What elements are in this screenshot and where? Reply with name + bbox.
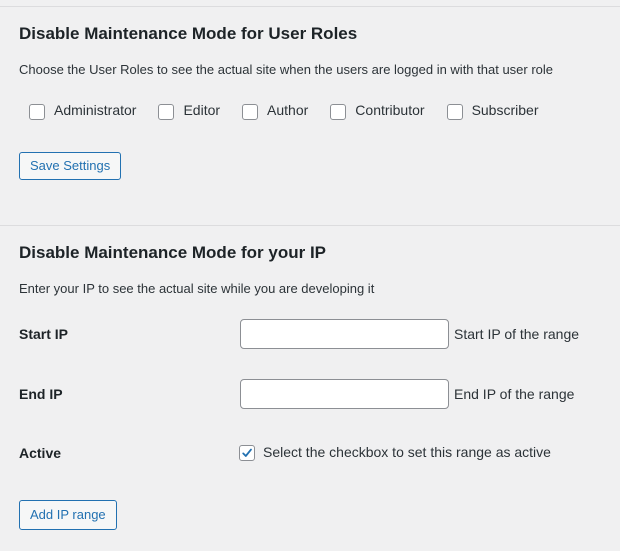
subscriber-checkbox[interactable] <box>446 104 463 120</box>
contributor-checkbox[interactable] <box>330 104 347 120</box>
role-option-contributor[interactable]: Contributor <box>330 102 425 120</box>
roles-section-description: Choose the User Roles to see the actual … <box>19 62 554 77</box>
end-ip-label: End IP <box>19 386 63 402</box>
section-divider <box>0 225 620 226</box>
role-option-author[interactable]: Author <box>242 102 309 120</box>
end-ip-hint: End IP of the range <box>454 386 575 402</box>
role-option-editor[interactable]: Editor <box>158 102 221 120</box>
role-label: Subscriber <box>471 102 539 118</box>
start-ip-hint: Start IP of the range <box>454 326 580 342</box>
role-label: Editor <box>183 102 221 118</box>
active-checkbox[interactable] <box>239 445 255 461</box>
ip-section-title: Disable Maintenance Mode for your IP <box>19 243 327 262</box>
role-label: Administrator <box>54 102 137 118</box>
start-ip-input[interactable] <box>240 319 449 349</box>
save-settings-button[interactable]: Save Settings <box>19 152 122 180</box>
role-label: Contributor <box>355 102 425 118</box>
active-option[interactable]: Select the checkbox to set this range as… <box>239 444 551 461</box>
author-checkbox[interactable] <box>242 104 259 120</box>
role-label: Author <box>267 102 309 118</box>
end-ip-input[interactable] <box>240 379 449 409</box>
checkmark-icon <box>242 448 252 457</box>
role-option-subscriber[interactable]: Subscriber <box>446 102 539 120</box>
ip-section-description: Enter your IP to see the actual site whi… <box>19 281 375 296</box>
start-ip-label: Start IP <box>19 326 69 342</box>
active-label: Active <box>19 445 62 461</box>
top-divider <box>0 6 620 7</box>
administrator-checkbox[interactable] <box>29 104 45 120</box>
add-ip-range-button[interactable]: Add IP range <box>19 500 117 530</box>
active-hint: Select the checkbox to set this range as… <box>263 444 551 460</box>
user-roles-group: Administrator Editor Author Contributor … <box>29 100 560 120</box>
roles-section-title: Disable Maintenance Mode for User Roles <box>19 24 358 43</box>
editor-checkbox[interactable] <box>158 104 175 120</box>
role-option-administrator[interactable]: Administrator <box>29 102 137 120</box>
